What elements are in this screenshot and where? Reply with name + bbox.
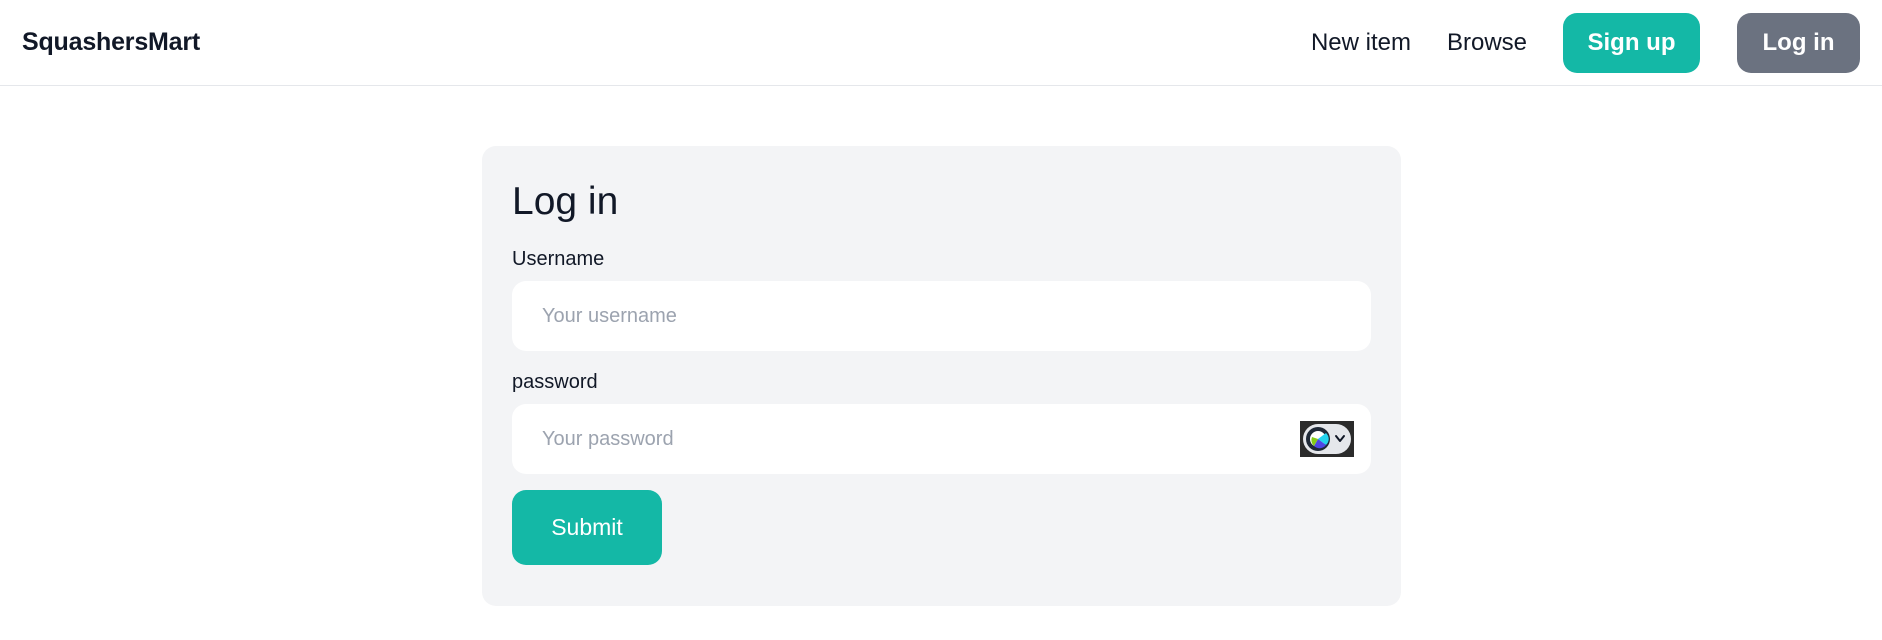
- password-manager-pill: [1303, 424, 1351, 454]
- sign-up-button[interactable]: Sign up: [1563, 12, 1700, 73]
- username-input[interactable]: [512, 281, 1371, 351]
- password-field-wrapper: [512, 404, 1371, 474]
- username-label: Username: [512, 248, 605, 270]
- nav-menu: New item Browse Sign up Log in: [1311, 12, 1860, 73]
- password-input[interactable]: [512, 404, 1371, 474]
- brand-logo[interactable]: SquashersMart: [22, 28, 200, 57]
- password-manager-logo-icon: [1306, 427, 1345, 451]
- username-field-wrapper: [512, 281, 1371, 351]
- password-label: password: [512, 371, 598, 393]
- nav-link-new-item[interactable]: New item: [1311, 29, 1411, 57]
- navbar: SquashersMart New item Browse Sign up Lo…: [0, 0, 1882, 86]
- log-in-button[interactable]: Log in: [1737, 12, 1860, 73]
- login-card: Log in Username password Submit: [482, 146, 1401, 606]
- nav-link-browse[interactable]: Browse: [1447, 29, 1527, 57]
- page-title: Log in: [512, 180, 619, 223]
- submit-button[interactable]: Submit: [512, 490, 662, 565]
- password-manager-icon[interactable]: [1300, 421, 1354, 457]
